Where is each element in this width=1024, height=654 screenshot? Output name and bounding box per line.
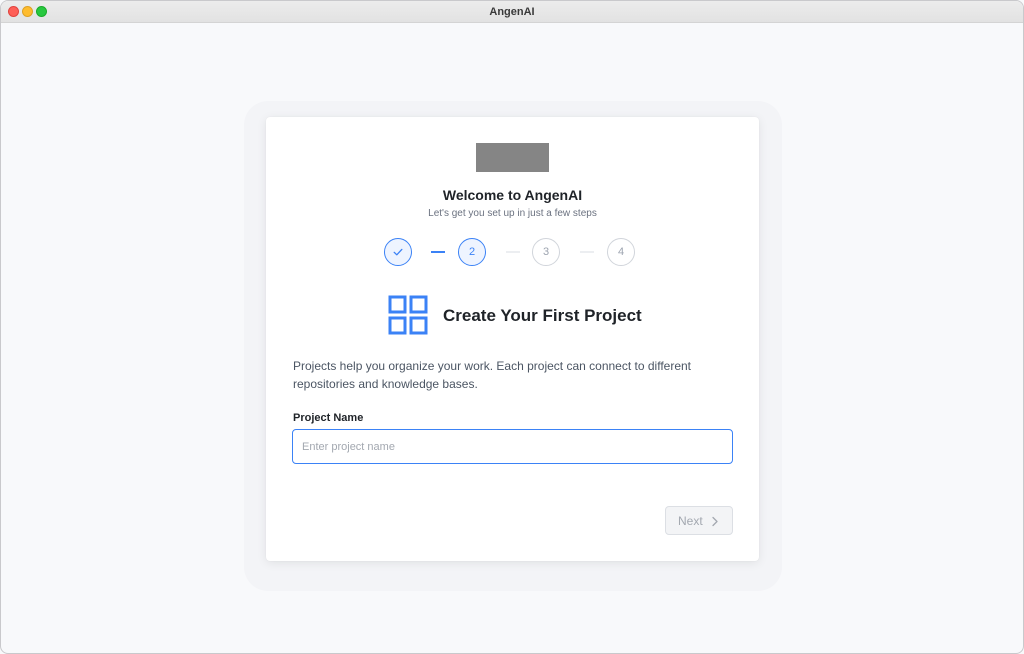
step-3: 3 [532, 238, 560, 266]
step-connector-2 [506, 251, 520, 253]
chevron-right-icon [712, 516, 718, 527]
step-connector-3 [580, 251, 594, 253]
check-icon [393, 248, 403, 256]
title-bar[interactable]: AngenAI [1, 1, 1023, 23]
project-name-label: Project Name [293, 412, 364, 424]
step-connector-1 [431, 251, 445, 253]
grid-icon [388, 295, 428, 335]
step-4: 4 [607, 238, 635, 266]
section-description: Projects help you organize your work. Ea… [293, 359, 691, 391]
step-1-completed [384, 238, 412, 266]
step-2-current: 2 [458, 238, 486, 266]
section-title: Create Your First Project [443, 306, 642, 325]
next-button-label: Next [678, 514, 703, 528]
onboarding-card: Welcome to AngenAI Let's get you set up … [266, 117, 759, 561]
app-window: AngenAI Welcome to AngenAI Let's get you… [0, 0, 1024, 654]
welcome-subtitle: Let's get you set up in just a few steps [428, 208, 597, 219]
logo-placeholder [476, 143, 549, 172]
project-name-input[interactable] [292, 429, 733, 464]
window-title: AngenAI [489, 6, 535, 18]
next-button[interactable]: Next [665, 506, 733, 535]
welcome-title: Welcome to AngenAI [442, 187, 583, 203]
